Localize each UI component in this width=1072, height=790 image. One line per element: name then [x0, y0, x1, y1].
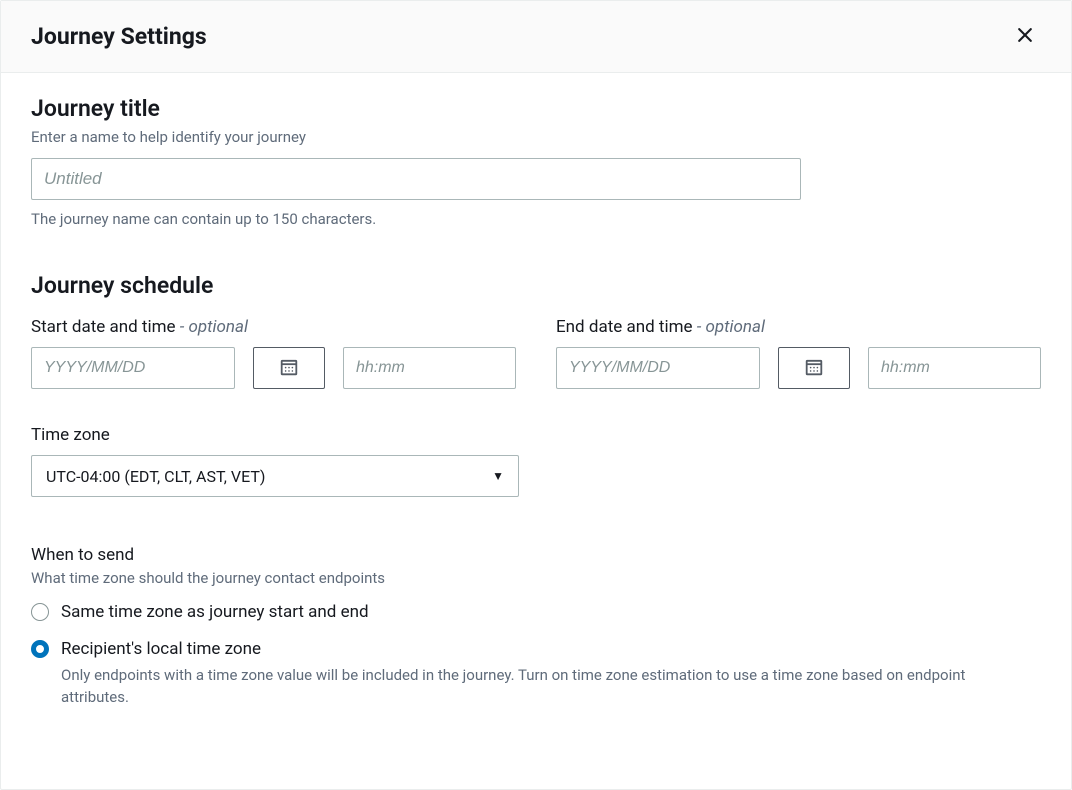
close-button[interactable]	[1009, 19, 1041, 54]
when-to-send-heading: When to send	[31, 545, 1041, 565]
start-datetime-group: Start date and time - optional	[31, 317, 516, 389]
radio-label: Recipient's local time zone	[61, 638, 1001, 661]
journey-title-heading: Journey title	[31, 95, 1041, 122]
panel-title: Journey Settings	[31, 23, 207, 50]
start-date-input[interactable]	[31, 347, 235, 389]
journey-title-description: Enter a name to help identify your journ…	[31, 128, 1041, 146]
start-label-text: Start date and time	[31, 317, 176, 337]
radio-description: Only endpoints with a time zone value wi…	[61, 665, 1001, 709]
timezone-label: Time zone	[31, 425, 1041, 445]
timezone-select[interactable]: UTC-04:00 (EDT, CLT, AST, VET) ▼	[31, 455, 519, 497]
settings-panel: Journey Settings Journey title Enter a n…	[0, 0, 1072, 790]
journey-title-helper: The journey name can contain up to 150 c…	[31, 210, 1041, 228]
journey-title-input[interactable]	[31, 158, 801, 200]
journey-title-section: Journey title Enter a name to help ident…	[31, 95, 1041, 228]
radio-option-same-timezone[interactable]: Same time zone as journey start and end	[31, 601, 1041, 624]
radio-icon	[31, 603, 49, 621]
panel-header: Journey Settings	[1, 1, 1071, 73]
start-calendar-button[interactable]	[253, 347, 325, 389]
calendar-icon	[805, 358, 823, 379]
radio-label: Same time zone as journey start and end	[61, 601, 369, 624]
end-datetime-group: End date and time - optional	[556, 317, 1041, 389]
when-to-send-block: When to send What time zone should the j…	[31, 545, 1041, 708]
start-time-input[interactable]	[343, 347, 516, 389]
when-to-send-description: What time zone should the journey contac…	[31, 569, 1041, 587]
end-time-input[interactable]	[868, 347, 1041, 389]
radio-option-recipient-local[interactable]: Recipient's local time zone Only endpoin…	[31, 638, 1041, 708]
end-inputs	[556, 347, 1041, 389]
calendar-icon	[280, 358, 298, 379]
start-optional-text: - optional	[176, 317, 248, 337]
end-calendar-button[interactable]	[778, 347, 850, 389]
end-datetime-label: End date and time - optional	[556, 317, 1041, 337]
journey-schedule-section: Journey schedule Start date and time - o…	[31, 272, 1041, 708]
radio-icon	[31, 640, 49, 658]
timezone-block: Time zone UTC-04:00 (EDT, CLT, AST, VET)…	[31, 425, 1041, 497]
journey-schedule-heading: Journey schedule	[31, 272, 1041, 299]
start-inputs	[31, 347, 516, 389]
end-label-text: End date and time	[556, 317, 693, 337]
end-optional-text: - optional	[693, 317, 765, 337]
panel-body: Journey title Enter a name to help ident…	[1, 73, 1071, 789]
end-date-input[interactable]	[556, 347, 760, 389]
start-datetime-label: Start date and time - optional	[31, 317, 516, 337]
timezone-selected-value: UTC-04:00 (EDT, CLT, AST, VET)	[46, 467, 265, 486]
schedule-row: Start date and time - optional	[31, 317, 1041, 389]
caret-down-icon: ▼	[492, 469, 504, 483]
close-icon	[1015, 25, 1035, 48]
